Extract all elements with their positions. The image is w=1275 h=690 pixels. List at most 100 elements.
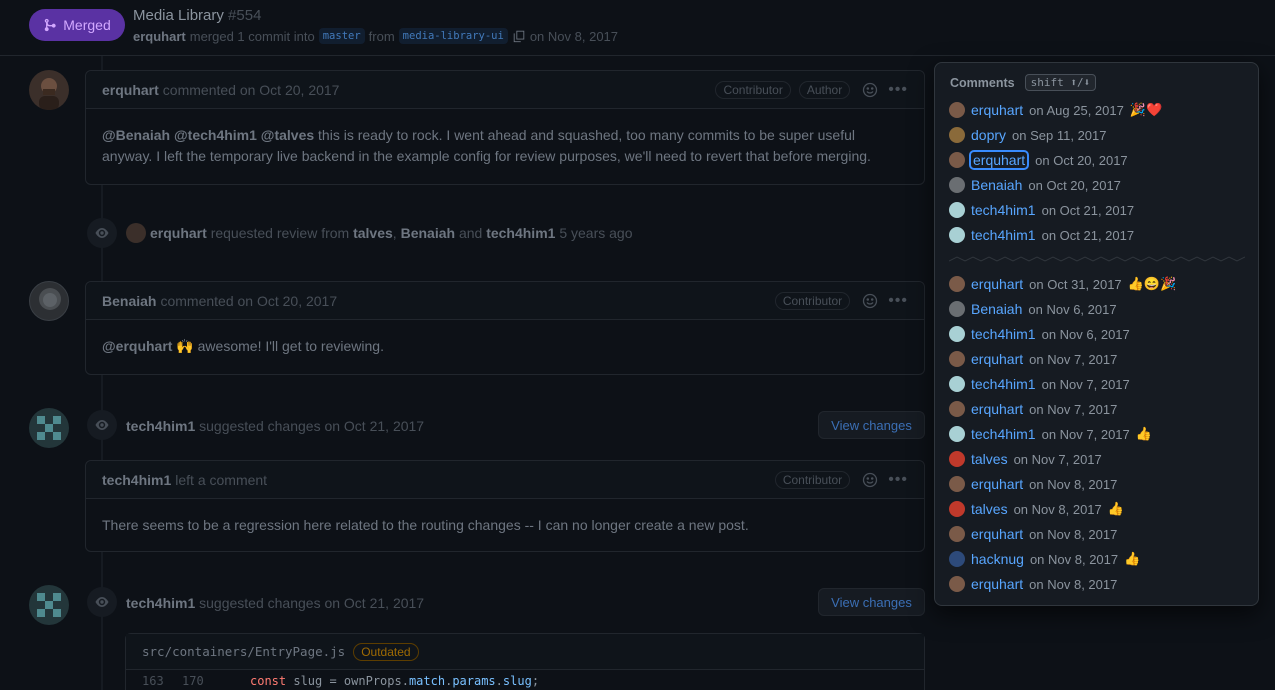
comment-nav-user[interactable]: tech4him1 [971, 426, 1036, 442]
reaction-emojis: 👍😄🎉 [1127, 276, 1177, 291]
comment-nav-item[interactable]: talves on Nov 7, 2017 [949, 449, 1102, 469]
comment-nav-user[interactable]: erquhart [971, 351, 1023, 367]
event-text: suggested changes on Oct 21, 2017 [199, 418, 425, 434]
comment-author[interactable]: Benaiah [102, 293, 156, 309]
comment-author[interactable]: tech4him1 [102, 472, 171, 488]
comment-nav-user[interactable]: erquhart [971, 476, 1023, 492]
comment-nav-user[interactable]: Benaiah [971, 177, 1022, 193]
reviewer-talves[interactable]: talves [353, 225, 393, 241]
merged-text: merged 1 commit into [189, 28, 315, 44]
comment-body: There seems to be a regression here rela… [86, 499, 924, 552]
mentions[interactable]: @Benaiah @tech4him1 @talves [102, 127, 314, 143]
comment-nav-user[interactable]: erquhart [971, 526, 1023, 542]
comment-nav-item[interactable]: erquhart on Nov 8, 2017 [949, 524, 1117, 544]
comment-nav-user[interactable]: erquhart [969, 150, 1030, 170]
comment-nav-date: on Oct 20, 2017 [1035, 152, 1128, 168]
comment-nav-user[interactable]: tech4him1 [971, 376, 1036, 392]
comment-nav-item[interactable]: hacknug on Nov 8, 2017 👍 [949, 549, 1140, 569]
pr-author-link[interactable]: erquhart [133, 29, 186, 44]
comment-nav-user[interactable]: erquhart [971, 576, 1023, 592]
avatar-tech4him1 [949, 426, 965, 442]
comment-nav-item[interactable]: tech4him1 on Oct 21, 2017 [949, 225, 1134, 245]
comment-nav-date: on Nov 8, 2017 [1013, 501, 1102, 517]
kebab-menu-icon[interactable]: ••• [888, 471, 908, 489]
comment-nav-item[interactable]: Benaiah on Nov 6, 2017 [949, 299, 1117, 319]
comment-nav-item[interactable]: erquhart on Nov 7, 2017 [949, 399, 1117, 419]
view-changes-button[interactable]: View changes [818, 588, 925, 616]
reviewer-tech4him1[interactable]: tech4him1 [486, 225, 555, 241]
merge-date: on Nov 8, 2017 [529, 28, 619, 44]
event-actor[interactable]: tech4him1 [126, 595, 195, 611]
comment-nav-user[interactable]: tech4him1 [971, 202, 1036, 218]
comment-nav-item[interactable]: tech4him1 on Oct 21, 2017 [949, 200, 1134, 220]
smiley-icon[interactable] [862, 293, 878, 309]
review-request-event: erquhart requested review from talves, B… [126, 222, 633, 244]
avatar-tech4him1[interactable] [29, 585, 69, 625]
comments-navigation-panel: Comments shift ⬆/⬇ erquhart on Aug 25, 20… [934, 62, 1259, 606]
avatar-erquhart-small[interactable] [126, 223, 146, 243]
outdated-badge: Outdated [353, 642, 419, 661]
comment-nav-item[interactable]: tech4him1 on Nov 7, 2017 [949, 374, 1130, 394]
eye-icon [87, 410, 117, 440]
contributor-label: Contributor [774, 470, 851, 489]
comment-nav-date: on Oct 21, 2017 [1041, 202, 1135, 218]
comment-author[interactable]: erquhart [102, 82, 159, 98]
comment-nav-user[interactable]: talves [971, 451, 1008, 467]
file-path[interactable]: src/containers/EntryPage.js [142, 644, 345, 659]
comment-nav-item[interactable]: tech4him1 on Nov 6, 2017 [949, 324, 1130, 344]
comment-nav-item[interactable]: tech4him1 on Nov 7, 2017 👍 [949, 424, 1152, 444]
code-snippet: src/containers/EntryPage.js Outdated 163… [125, 633, 925, 690]
comment-nav-item[interactable]: Benaiah on Oct 20, 2017 [949, 175, 1121, 195]
view-changes-button[interactable]: View changes [818, 411, 925, 439]
base-branch[interactable]: master [318, 28, 365, 44]
comment-nav-user[interactable]: Benaiah [971, 301, 1022, 317]
comment-nav-item[interactable]: talves on Nov 8, 2017 👍 [949, 499, 1124, 519]
avatar-erquhart[interactable] [29, 70, 69, 110]
comment-nav-user[interactable]: erquhart [971, 102, 1023, 118]
eye-icon [87, 218, 117, 248]
event-actor[interactable]: tech4him1 [126, 418, 195, 434]
comment-nav-user[interactable]: tech4him1 [971, 227, 1036, 243]
comment-nav-user[interactable]: dopry [971, 127, 1006, 143]
contributor-label: Contributor [715, 80, 791, 99]
reaction-emojis: 🎉❤️ [1129, 102, 1163, 117]
avatar-erquhart [949, 102, 965, 118]
comment-nav-item[interactable]: erquhart on Aug 25, 2017 🎉❤️ [949, 100, 1162, 120]
comment-nav-date: on Nov 7, 2017 [1029, 401, 1118, 417]
comma-separator: , [392, 225, 397, 241]
comment-nav-user[interactable]: erquhart [971, 276, 1023, 292]
comment-header: tech4him1 left a comment Contributor ••• [86, 461, 924, 499]
event-text: suggested changes on Oct 21, 2017 [199, 595, 425, 611]
collapsed-items-divider[interactable] [949, 256, 1245, 266]
kebab-menu-icon[interactable]: ••• [888, 81, 908, 99]
comment-nav-user[interactable]: erquhart [971, 401, 1023, 417]
comment-nav-user[interactable]: tech4him1 [971, 326, 1036, 342]
kebab-menu-icon[interactable]: ••• [888, 292, 908, 310]
comment-nav-user[interactable]: talves [971, 501, 1008, 517]
smiley-icon[interactable] [862, 82, 878, 98]
avatar-tech4him1[interactable] [29, 408, 69, 448]
avatar-benaiah[interactable] [29, 281, 69, 321]
avatar-erquhart [949, 152, 965, 168]
panel-header: Comments shift ⬆/⬇ [950, 74, 1097, 91]
line-number-new[interactable]: 170 [182, 674, 222, 688]
line-number-old[interactable]: 163 [126, 674, 182, 688]
head-branch[interactable]: media-library-ui [398, 28, 508, 44]
comment-nav-item[interactable]: erquhart on Oct 20, 2017 [949, 150, 1128, 170]
comment-nav-item[interactable]: dopry on Sep 11, 2017 [949, 125, 1106, 145]
reviewer-benaiah[interactable]: Benaiah [401, 225, 455, 241]
mention-erquhart[interactable]: @erquhart [102, 338, 172, 354]
copy-icon[interactable] [512, 29, 526, 43]
smiley-icon[interactable] [862, 472, 878, 488]
comment-nav-item[interactable]: erquhart on Nov 8, 2017 [949, 474, 1117, 494]
status-label: Merged [63, 17, 111, 33]
reaction-emojis: 👍 [1124, 551, 1141, 566]
comment-nav-item[interactable]: erquhart on Oct 31, 2017 👍😄🎉 [949, 274, 1176, 294]
comment-nav-user[interactable]: hacknug [971, 551, 1024, 567]
comment-nav-item[interactable]: erquhart on Nov 7, 2017 [949, 349, 1117, 369]
comment-nav-item[interactable]: erquhart on Nov 8, 2017 [949, 574, 1117, 594]
comment-nav-date: on Oct 31, 2017 [1029, 276, 1122, 292]
comment-text: 🙌 awesome! I'll get to reviewing. [172, 338, 384, 354]
event-time[interactable]: 5 years ago [559, 225, 632, 241]
event-actor[interactable]: erquhart [150, 225, 207, 241]
